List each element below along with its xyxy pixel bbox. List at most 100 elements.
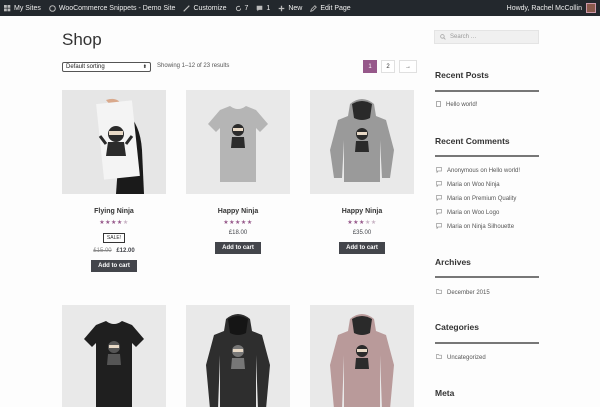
recent-comments-title: Recent Comments	[435, 136, 510, 146]
search-placeholder: Search …	[450, 34, 477, 40]
product-price: £18.00	[228, 230, 248, 236]
categories-title: Categories	[435, 322, 479, 332]
product-image[interactable]	[310, 305, 414, 407]
search-icon	[440, 34, 446, 40]
customize-label: Customize	[193, 4, 227, 12]
archive-link[interactable]: December 2015	[436, 289, 490, 296]
comment-sep: on	[462, 224, 473, 230]
original-price: £15.00	[93, 248, 112, 254]
comment-post-link[interactable]: Woo Ninja	[472, 182, 500, 188]
product-image[interactable]	[186, 305, 290, 407]
product-name[interactable]: Happy Ninja	[310, 208, 414, 215]
black-hoodie-image	[186, 305, 290, 407]
archive-label: December 2015	[447, 289, 490, 296]
recent-comment-item: Anonymous on Hello world!	[436, 167, 520, 175]
result-count: Showing 1–12 of 23 results	[157, 63, 230, 69]
sale-badge: SALE!	[102, 233, 126, 243]
divider	[435, 155, 539, 157]
product-card	[62, 305, 166, 407]
next-page-link[interactable]: →	[399, 60, 417, 73]
product-price: £35.00	[352, 230, 372, 236]
sale-price: £12.00	[116, 248, 135, 254]
recent-comment-item: Maria on Premium Quality	[436, 195, 516, 203]
add-to-cart-button[interactable]: Add to cart	[91, 260, 137, 272]
home-icon	[49, 4, 56, 12]
star-rating: ★★★★★	[223, 220, 253, 226]
avatar	[586, 3, 596, 13]
greeting-label: Howdy, Rachel McCollin	[506, 4, 582, 12]
divider	[435, 342, 539, 344]
add-to-cart-button[interactable]: Add to cart	[215, 242, 261, 254]
comment-icon	[436, 195, 442, 203]
meta-title: Meta	[435, 388, 455, 398]
search-input[interactable]: Search …	[434, 30, 539, 44]
comment-icon	[436, 181, 442, 189]
product-price: £15.00 £12.00	[62, 248, 166, 254]
hoodie-image	[310, 90, 414, 194]
recent-comment-item: Maria on Woo Ninja	[436, 181, 500, 189]
edit-page-link[interactable]: Edit Page	[306, 0, 354, 16]
category-label: Uncategorized	[447, 354, 486, 361]
updates-count: 7	[244, 4, 249, 12]
folder-icon	[436, 354, 442, 361]
recent-post-label: Hello world!	[446, 102, 478, 108]
product-card: Flying Ninja ★★★★★ SALE! £15.00 £12.00 A…	[62, 90, 166, 272]
archives-title: Archives	[435, 257, 471, 267]
pagination: 1 2 →	[363, 60, 417, 73]
admin-bar: My Sites WooCommerce Snippets - Demo Sit…	[0, 0, 600, 16]
recent-comment-item: Maria on Ninja Silhouette	[436, 223, 514, 231]
comment-icon	[436, 209, 442, 217]
pencil-icon	[310, 4, 318, 12]
comment-sep: on	[478, 168, 489, 174]
product-image[interactable]	[62, 90, 166, 194]
comment-post-link[interactable]: Ninja Silhouette	[472, 224, 514, 230]
product-card	[310, 305, 414, 407]
star-rating: ★★★★★	[347, 220, 377, 226]
comment-author[interactable]: Maria	[447, 224, 462, 230]
sort-dropdown[interactable]: Default sorting ⬍	[62, 62, 151, 72]
comments-link[interactable]: 1	[252, 0, 274, 16]
comment-author[interactable]: Maria	[447, 182, 462, 188]
comment-icon	[436, 223, 442, 231]
comment-author[interactable]: Maria	[447, 210, 462, 216]
dropdown-arrows-icon: ⬍	[142, 64, 147, 70]
comment-author[interactable]: Maria	[447, 196, 462, 202]
product-name[interactable]: Happy Ninja	[186, 208, 290, 215]
product-image[interactable]	[310, 90, 414, 194]
comment-icon	[436, 167, 442, 175]
updates-link[interactable]: 7	[231, 0, 253, 16]
updates-icon	[235, 5, 241, 11]
product-card: Happy Ninja ★★★★★ £18.00 Add to cart	[186, 90, 290, 254]
page-1-current: 1	[363, 60, 377, 73]
plus-icon	[279, 5, 285, 11]
my-sites-icon	[4, 4, 11, 11]
comment-author[interactable]: Anonymous	[447, 168, 479, 174]
product-image[interactable]	[186, 90, 290, 194]
document-icon	[436, 101, 441, 109]
user-account-menu[interactable]: Howdy, Rachel McCollin	[503, 0, 600, 16]
add-to-cart-button[interactable]: Add to cart	[339, 242, 385, 254]
site-name-menu[interactable]: WooCommerce Snippets - Demo Site	[45, 0, 180, 16]
my-sites-menu[interactable]: My Sites	[0, 0, 45, 16]
product-name[interactable]: Flying Ninja	[62, 208, 166, 215]
new-content-menu[interactable]: New	[274, 0, 306, 16]
comment-sep: on	[462, 210, 473, 216]
comment-post-link[interactable]: Hello world!	[489, 168, 520, 174]
page-2-link[interactable]: 2	[381, 60, 395, 73]
comment-bubble-icon	[257, 5, 263, 11]
product-image[interactable]	[62, 305, 166, 407]
product-card	[186, 305, 290, 407]
divider	[435, 90, 539, 92]
new-label: New	[288, 4, 303, 12]
category-link[interactable]: Uncategorized	[436, 354, 486, 361]
customize-link[interactable]: Customize	[179, 0, 230, 16]
comment-post-link[interactable]: Premium Quality	[472, 196, 516, 202]
folder-icon	[436, 289, 442, 296]
site-name-label: WooCommerce Snippets - Demo Site	[58, 4, 176, 12]
recent-post-link[interactable]: Hello world!	[436, 101, 477, 109]
my-sites-label: My Sites	[14, 4, 41, 12]
edit-page-label: Edit Page	[320, 4, 351, 12]
recent-comment-item: Maria on Woo Logo	[436, 209, 499, 217]
black-tshirt-image	[62, 305, 166, 407]
comment-post-link[interactable]: Woo Logo	[472, 210, 499, 216]
